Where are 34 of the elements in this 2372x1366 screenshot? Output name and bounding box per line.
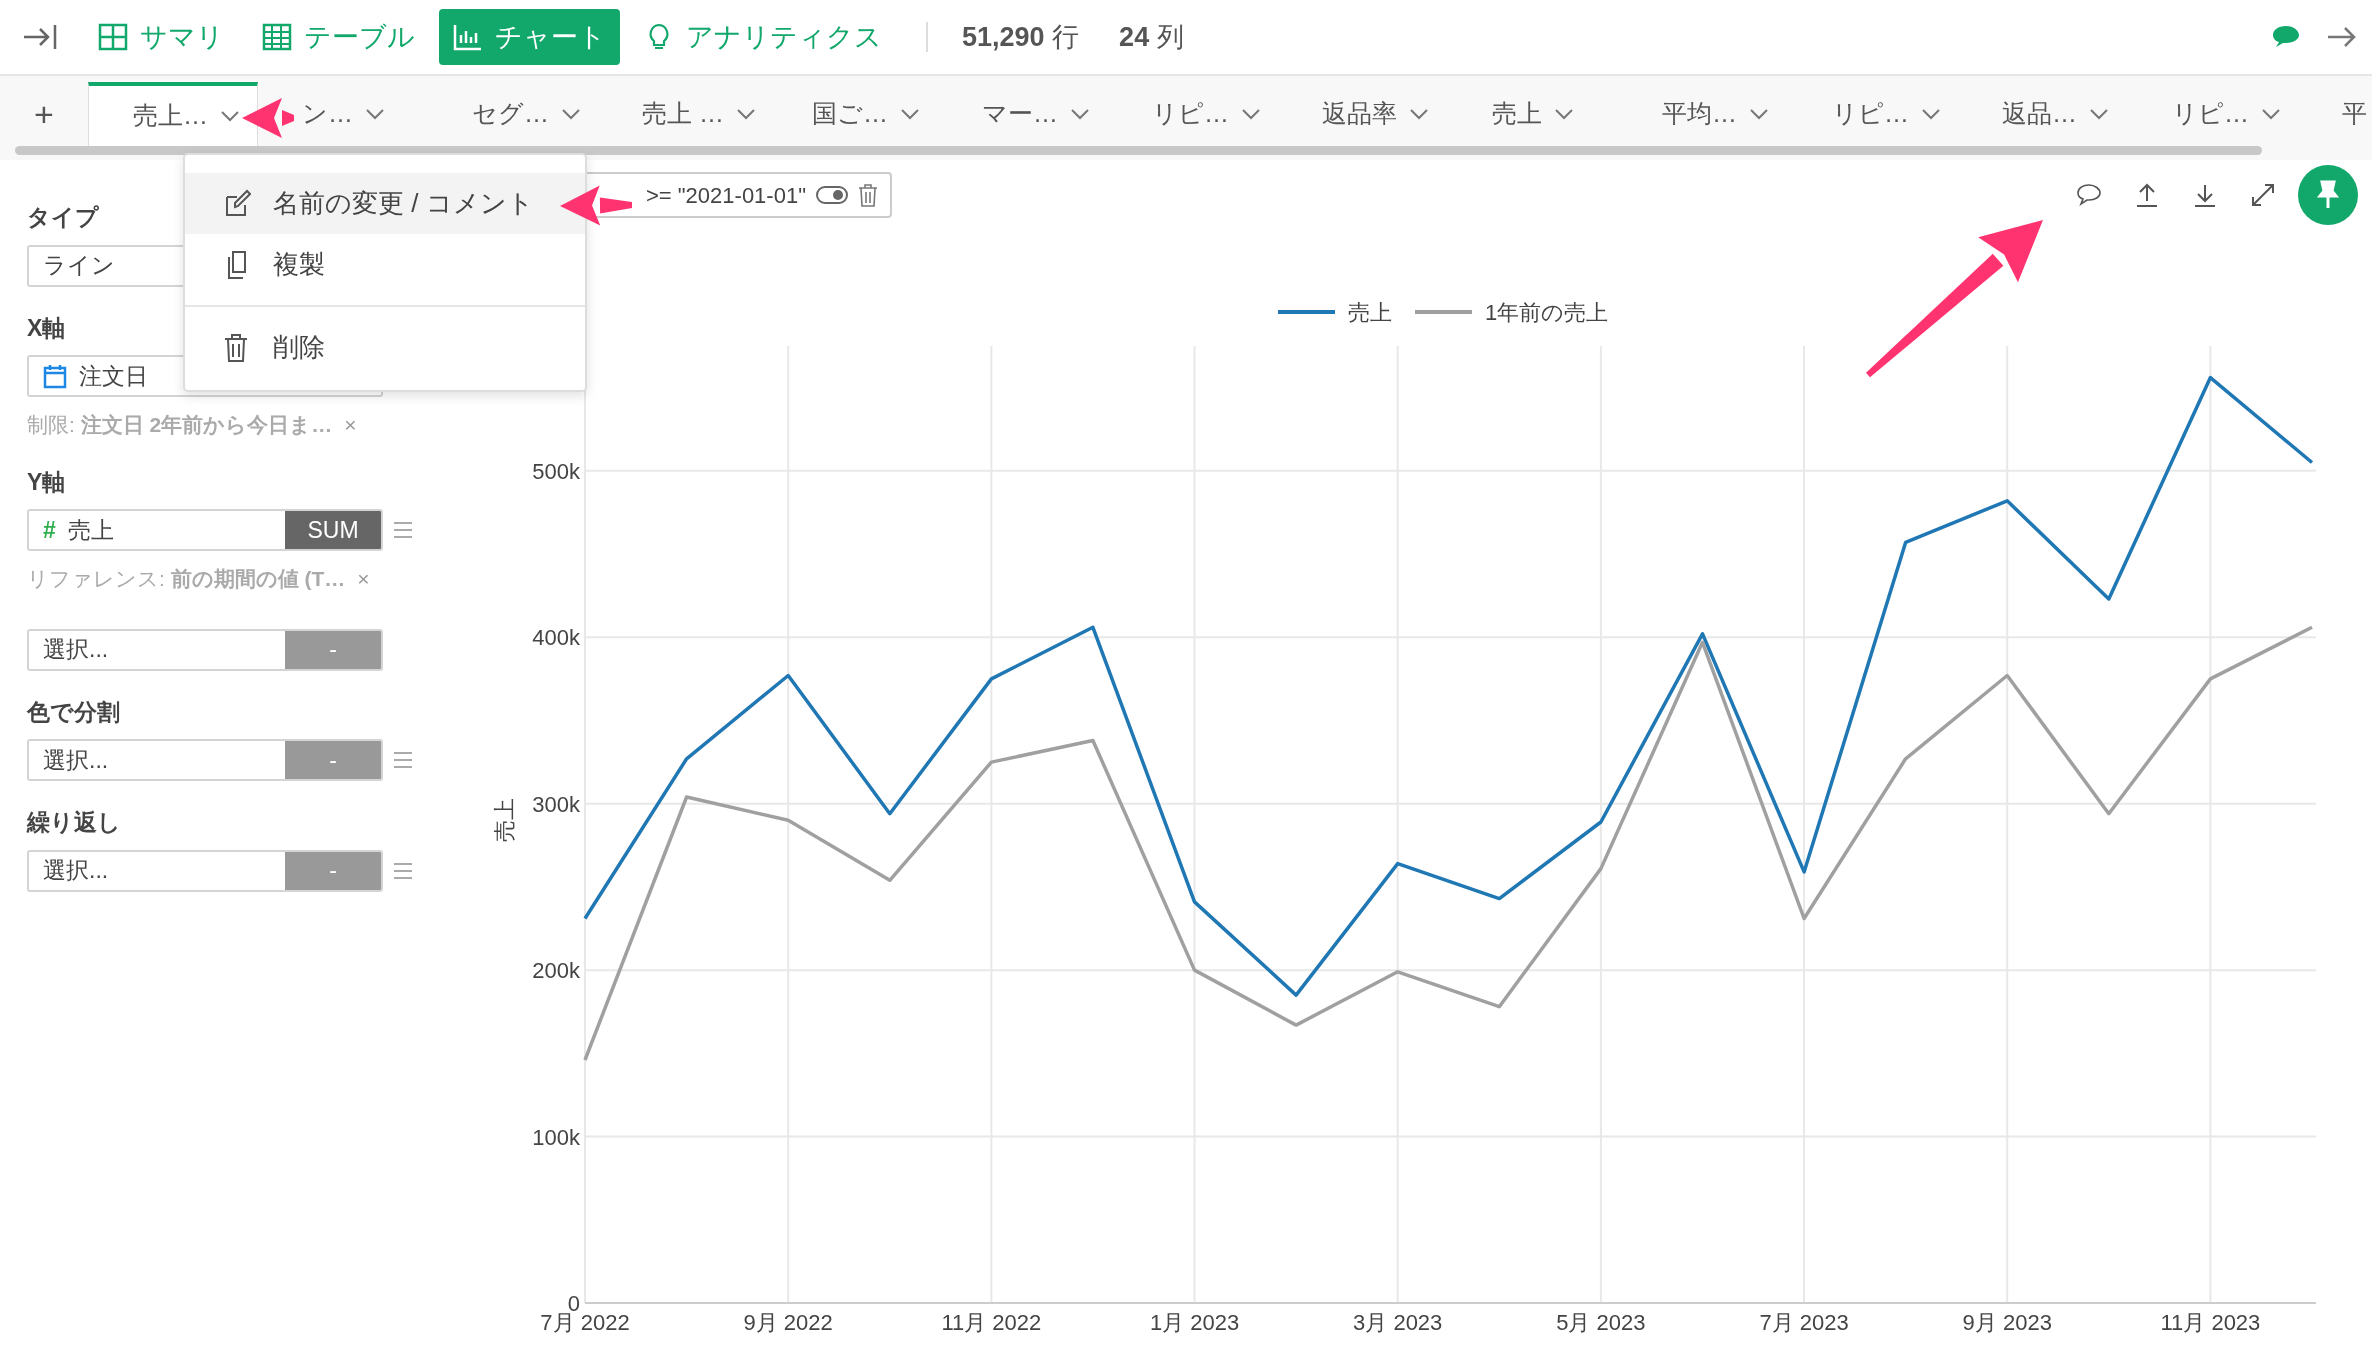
legend-label: 1年前の売上 xyxy=(1485,300,1609,325)
field-label: 繰り返し xyxy=(27,808,121,837)
field-value: 売上 xyxy=(67,515,114,545)
x-tick-label: 1月 2023 xyxy=(1149,1310,1240,1335)
field-value: ライン xyxy=(43,251,115,281)
y-axis-title: 売上 xyxy=(492,798,517,842)
x-tick-label: 7月 2022 xyxy=(540,1310,630,1335)
x-tick-label: 9月 2023 xyxy=(1962,1310,2052,1335)
x-tick-label: 11月 2022 xyxy=(941,1310,1042,1335)
x-tick-label: 5月 2023 xyxy=(1556,1310,1646,1335)
x-tick-label: 3月 2023 xyxy=(1353,1310,1443,1335)
field-value: 注文日 xyxy=(79,361,148,391)
y-tick-label: 100k xyxy=(532,1124,580,1150)
y-tick-label: 500k xyxy=(532,458,580,484)
field-value: 選択... xyxy=(43,745,109,775)
y-tick-label: 400k xyxy=(532,625,580,651)
field-value: 選択... xyxy=(43,856,109,886)
y-tick-label: 300k xyxy=(532,791,580,817)
x-tick-label: 9月 2022 xyxy=(743,1310,833,1335)
field-note: リファレンス: 前の期間の値 (T… xyxy=(27,566,346,592)
field-label: タイプ xyxy=(27,203,99,232)
count-label: 24 列 xyxy=(1119,20,1184,54)
field-label: Y軸 xyxy=(27,467,66,497)
field-note: 制限: 注文日 2年前から今日ま… xyxy=(27,412,333,438)
field-value: 選択... xyxy=(43,635,109,665)
count-label: 51,290 行 xyxy=(962,20,1080,54)
x-tick-label: 7月 2023 xyxy=(1759,1310,1849,1335)
number-type-icon: # xyxy=(43,512,56,548)
filter-text: >= "2021-01-01" xyxy=(646,181,806,210)
legend-label: 売上 xyxy=(1348,300,1392,325)
field-label: 色で分割 xyxy=(27,697,120,727)
field-label: X軸 xyxy=(27,313,66,343)
y-tick-label: 200k xyxy=(532,958,580,984)
x-tick-label: 11月 2023 xyxy=(2160,1310,2261,1335)
